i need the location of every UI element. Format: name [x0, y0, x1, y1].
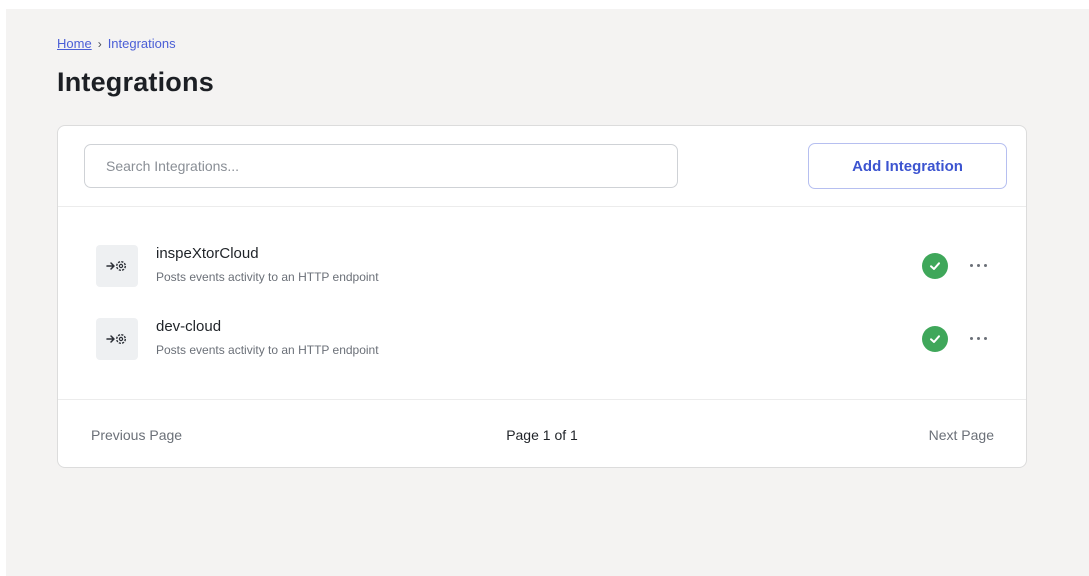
card-header: Add Integration [58, 126, 1026, 207]
list-item[interactable]: dev-cloud Posts events activity to an HT… [58, 280, 1026, 360]
page-title: Integrations [57, 67, 214, 97]
check-circle-icon [922, 326, 948, 352]
page-background: Home › Integrations Integrations Add Int… [6, 9, 1089, 576]
integration-name[interactable]: inspeXtorCloud [156, 245, 259, 262]
integration-name[interactable]: dev-cloud [156, 318, 221, 335]
breadcrumb: Home › Integrations [57, 36, 176, 51]
next-page-button[interactable]: Next Page [929, 427, 994, 443]
integrations-card: Add Integration inspeXtorCloud Posts eve… [57, 125, 1027, 468]
add-integration-button[interactable]: Add Integration [808, 143, 1007, 189]
webhook-gear-icon [96, 318, 138, 360]
previous-page-button[interactable]: Previous Page [91, 427, 182, 443]
more-options-icon[interactable] [964, 324, 992, 352]
pagination-bar: Previous Page Page 1 of 1 Next Page [58, 399, 1026, 467]
breadcrumb-separator: › [97, 36, 102, 51]
list-item[interactable]: inspeXtorCloud Posts events activity to … [58, 207, 1026, 287]
breadcrumb-home-link[interactable]: Home [57, 36, 92, 51]
more-options-icon[interactable] [964, 251, 992, 279]
integration-description: Posts events activity to an HTTP endpoin… [156, 343, 379, 357]
page-indicator: Page 1 of 1 [506, 427, 578, 443]
check-circle-icon [922, 253, 948, 279]
breadcrumb-current: Integrations [107, 36, 176, 51]
search-input[interactable] [84, 144, 678, 188]
